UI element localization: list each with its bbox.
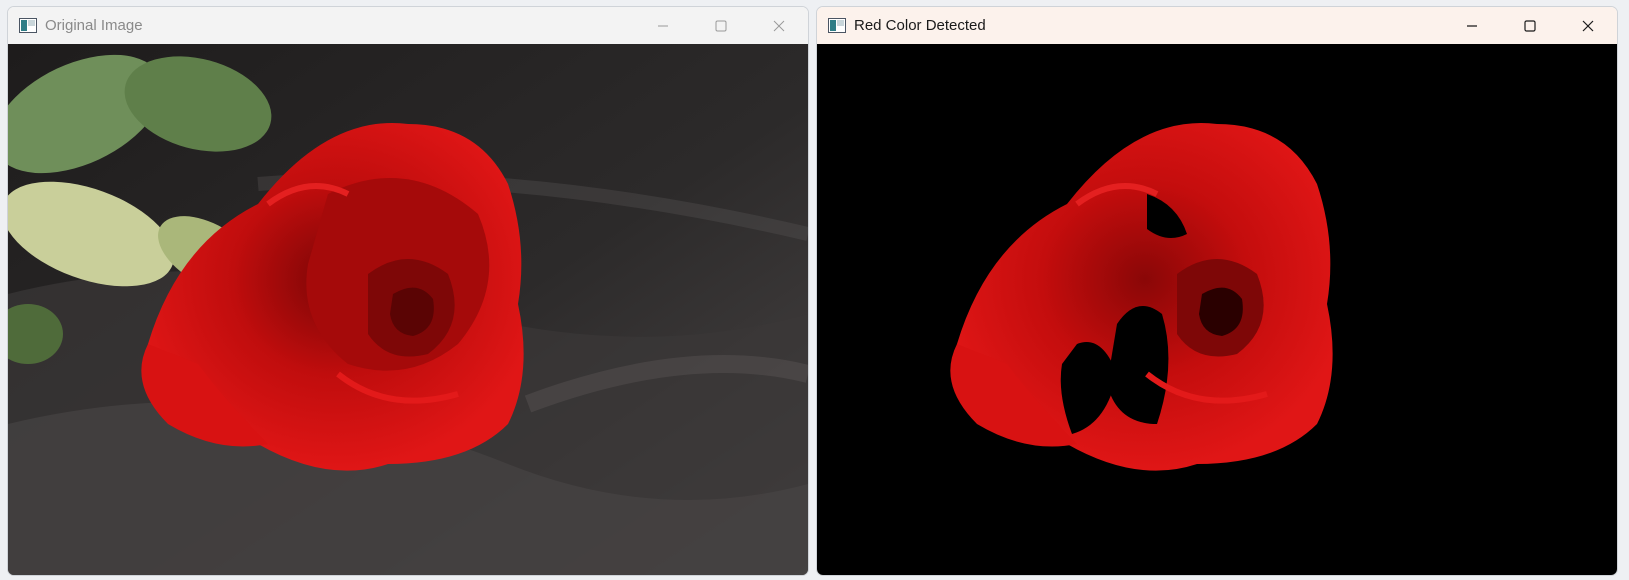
minimize-button[interactable] [1443,7,1501,44]
minimize-button[interactable] [634,7,692,44]
maximize-button[interactable] [692,7,750,44]
red-mask-image [817,44,1617,575]
maximize-icon [1524,19,1536,32]
minimize-icon [658,25,668,26]
minimize-icon [1467,24,1477,27]
close-button[interactable] [750,7,808,44]
window-title: Red Color Detected [854,17,986,34]
image-viewport [817,44,1617,575]
close-icon [1582,20,1594,31]
close-icon [773,20,785,31]
image-viewport [8,44,808,575]
window-title: Original Image [45,17,143,34]
opencv-window-icon [19,18,37,33]
title-bar[interactable]: Original Image [8,7,808,44]
rose-photo [8,44,808,575]
close-button[interactable] [1559,7,1617,44]
title-bar[interactable]: Red Color Detected [817,7,1617,44]
maximize-button[interactable] [1501,7,1559,44]
maximize-icon [715,20,727,31]
original-image-window[interactable]: Original Image [7,6,809,576]
opencv-window-icon [828,18,846,33]
red-color-detected-window[interactable]: Red Color Detected [816,6,1618,576]
